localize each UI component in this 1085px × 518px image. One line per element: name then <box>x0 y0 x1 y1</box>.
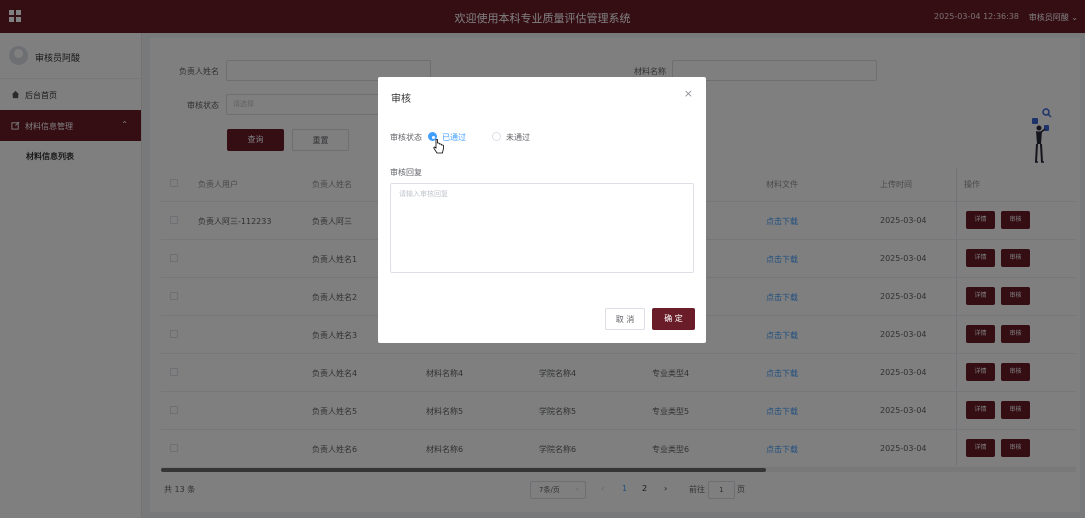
dialog-status-label: 审核状态 <box>390 133 422 142</box>
radio-failed-label[interactable]: 未通过 <box>506 132 530 143</box>
radio-passed-label[interactable]: 已通过 <box>442 132 466 143</box>
confirm-button[interactable]: 确 定 <box>652 308 695 330</box>
reply-textarea[interactable]: 请输入审核回复 <box>390 183 694 273</box>
hand-cursor-icon <box>433 139 444 154</box>
dialog-reply-label: 审核回复 <box>390 168 422 177</box>
audit-dialog: 审核 × 审核状态 已通过 未通过 审核回复 请输入审核回复 取 消 确 定 <box>378 77 706 343</box>
cancel-button[interactable]: 取 消 <box>605 308 645 330</box>
close-icon[interactable]: × <box>684 87 693 100</box>
dialog-title: 审核 <box>391 94 411 105</box>
radio-failed[interactable] <box>492 132 501 141</box>
